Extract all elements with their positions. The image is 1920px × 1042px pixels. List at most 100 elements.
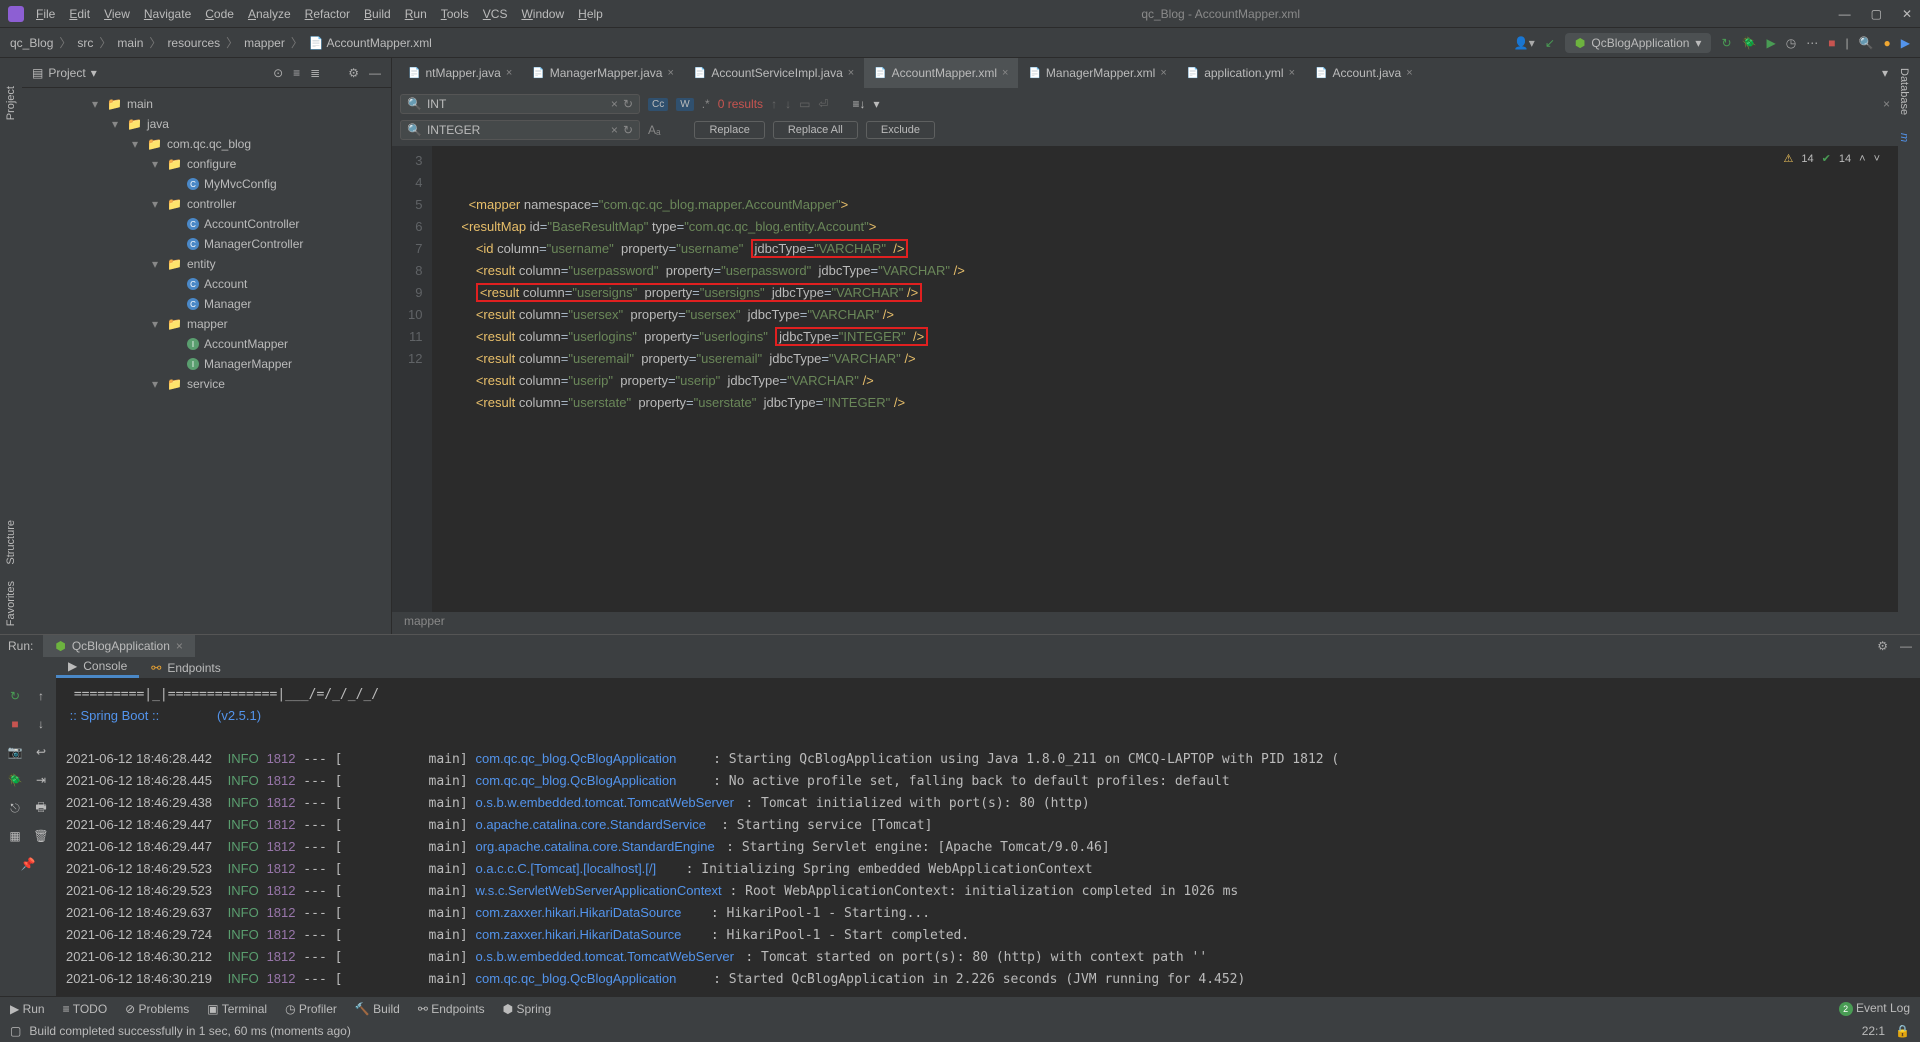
close-icon[interactable]: × bbox=[1289, 67, 1295, 79]
menu-refactor[interactable]: Refactor bbox=[305, 7, 350, 21]
funnel-icon[interactable]: ▾ bbox=[873, 97, 879, 111]
editor-tab[interactable]: 📄ManagerMapper.xml× bbox=[1018, 58, 1176, 88]
tree-item-service[interactable]: ▾📁service bbox=[22, 374, 391, 394]
tool-windows-icon[interactable]: ▢ bbox=[10, 1024, 21, 1038]
close-icon[interactable]: × bbox=[1406, 67, 1412, 79]
layout-icon[interactable]: 🪲 bbox=[3, 768, 27, 792]
close-icon[interactable]: × bbox=[176, 639, 183, 653]
project-tree[interactable]: ▾📁main▾📁java▾📁com.qc.qc_blog▾📁configureC… bbox=[22, 88, 391, 400]
editor-tab[interactable]: 📄ntMapper.java× bbox=[398, 58, 522, 88]
tree-item-entity[interactable]: ▾📁entity bbox=[22, 254, 391, 274]
gear-icon[interactable]: ⚙ bbox=[348, 66, 359, 80]
menu-help[interactable]: Help bbox=[578, 7, 603, 21]
caret-position[interactable]: 22:1 bbox=[1862, 1024, 1885, 1038]
attach-icon[interactable]: ⋯ bbox=[1806, 36, 1818, 50]
replace-all-button[interactable]: Replace All bbox=[773, 121, 858, 139]
camera-icon[interactable]: 📷 bbox=[3, 740, 27, 764]
pin-icon[interactable]: 📌 bbox=[16, 852, 40, 876]
menu-vcs[interactable]: VCS bbox=[483, 7, 508, 21]
tree-item-managercontroller[interactable]: CManagerController bbox=[22, 234, 391, 254]
tree-item-main[interactable]: ▾📁main bbox=[22, 94, 391, 114]
filter-icon[interactable]: ≡↓ bbox=[852, 97, 865, 111]
breadcrumb-segment[interactable]: main bbox=[117, 36, 143, 50]
preserve-case-icon[interactable]: Aₐ bbox=[648, 123, 660, 137]
menu-code[interactable]: Code bbox=[205, 7, 234, 21]
breadcrumb-segment[interactable]: qc_Blog bbox=[10, 36, 53, 50]
words-icon[interactable]: W bbox=[676, 98, 693, 111]
database-stripe-button[interactable]: Database bbox=[1898, 58, 1910, 123]
todo-status-button[interactable]: ≡ TODO bbox=[63, 1002, 108, 1016]
menu-build[interactable]: Build bbox=[364, 7, 391, 21]
menu-navigate[interactable]: Navigate bbox=[144, 7, 191, 21]
menu-window[interactable]: Window bbox=[521, 7, 564, 21]
close-icon[interactable]: × bbox=[506, 67, 512, 79]
select-opened-icon[interactable]: ⊙ bbox=[273, 66, 283, 80]
lock-icon[interactable]: 🔒 bbox=[1895, 1024, 1910, 1038]
tree-item-managermapper[interactable]: IManagerMapper bbox=[22, 354, 391, 374]
soft-wrap-icon[interactable]: ↩ bbox=[29, 740, 53, 764]
project-stripe-button[interactable]: Project bbox=[5, 78, 17, 128]
code-editor[interactable]: 3456789101112 ⚠14 ✔14 ˄˅ <mapper namespa… bbox=[392, 146, 1898, 612]
tree-item-accountcontroller[interactable]: CAccountController bbox=[22, 214, 391, 234]
tree-item-java[interactable]: ▾📁java bbox=[22, 114, 391, 134]
clear-icon[interactable]: × bbox=[611, 123, 618, 137]
run-status-button[interactable]: ▶ Run bbox=[10, 1002, 45, 1016]
breadcrumb-segment[interactable]: mapper bbox=[244, 36, 285, 50]
close-search-icon[interactable]: × bbox=[1883, 97, 1890, 111]
breadcrumb[interactable]: qc_Blog〉src〉main〉resources〉mapper〉📄 Acco… bbox=[10, 34, 432, 51]
match-case-icon[interactable]: Cc bbox=[648, 98, 668, 111]
collapse-all-icon[interactable]: ≣ bbox=[310, 66, 320, 80]
profiler-icon[interactable]: ◷ bbox=[1786, 36, 1796, 50]
favorites-stripe-button[interactable]: Favorites bbox=[5, 573, 17, 634]
run-tab[interactable]: ⬢ QcBlogApplication × bbox=[43, 635, 195, 657]
find-input[interactable]: 🔍 INT × ↻ bbox=[400, 94, 640, 114]
minimize-icon[interactable]: — bbox=[1839, 7, 1851, 21]
breadcrumb-segment[interactable]: src bbox=[77, 36, 93, 50]
history-icon[interactable]: ↻ bbox=[623, 123, 633, 137]
gear-icon[interactable]: ⚙ bbox=[1877, 639, 1888, 653]
close-icon[interactable]: × bbox=[667, 67, 673, 79]
console-tab[interactable]: ▶ Console bbox=[56, 657, 139, 678]
menu-view[interactable]: View bbox=[104, 7, 130, 21]
up-icon[interactable]: ↑ bbox=[29, 684, 53, 708]
menu-file[interactable]: File bbox=[36, 7, 55, 21]
endpoints-status-button[interactable]: ⚯ Endpoints bbox=[418, 1002, 485, 1016]
stop-icon[interactable]: ■ bbox=[3, 712, 27, 736]
tree-item-accountmapper[interactable]: IAccountMapper bbox=[22, 334, 391, 354]
tree-item-configure[interactable]: ▾📁configure bbox=[22, 154, 391, 174]
print-icon[interactable]: 🖶 bbox=[29, 796, 53, 820]
tree-item-account[interactable]: CAccount bbox=[22, 274, 391, 294]
editor-tabs[interactable]: 📄ntMapper.java×📄ManagerMapper.java× 📄Acco… bbox=[392, 58, 1898, 88]
expand-all-icon[interactable]: ≡ bbox=[293, 66, 300, 80]
menu-analyze[interactable]: Analyze bbox=[248, 7, 291, 21]
editor-tab[interactable]: 📄Account.java× bbox=[1305, 58, 1423, 88]
editor-tab[interactable]: 📄AccountMapper.xml× bbox=[864, 58, 1018, 88]
exclude-button[interactable]: Exclude bbox=[866, 121, 935, 139]
tree-item-mapper[interactable]: ▾📁mapper bbox=[22, 314, 391, 334]
stop-icon[interactable]: ■ bbox=[1828, 36, 1835, 50]
select-all-icon[interactable]: ▭ bbox=[799, 97, 810, 111]
run-config-selector[interactable]: ⬢ QcBlogApplication ▾ bbox=[1565, 33, 1712, 53]
history-icon[interactable]: ↻ bbox=[623, 97, 633, 111]
terminal-status-button[interactable]: ▣ Terminal bbox=[207, 1002, 267, 1016]
new-line-icon[interactable]: ⏎ bbox=[818, 97, 828, 111]
build-icon[interactable]: ↙ bbox=[1545, 36, 1555, 50]
editor-breadcrumb[interactable]: mapper bbox=[392, 612, 1898, 634]
rerun-icon[interactable]: ↻ bbox=[3, 684, 27, 708]
editor-tab[interactable]: 📄ManagerMapper.java× bbox=[522, 58, 684, 88]
regex-icon[interactable]: .* bbox=[702, 97, 710, 111]
hide-icon[interactable]: — bbox=[1900, 639, 1912, 653]
console-output[interactable]: =========|_|==============|___/=/_/_/_/ … bbox=[56, 678, 1920, 996]
next-occurrence-icon[interactable]: ↓ bbox=[785, 97, 791, 111]
tree-item-mymvcconfig[interactable]: CMyMvcConfig bbox=[22, 174, 391, 194]
inspections-widget[interactable]: ⚠14 ✔14 ˄˅ bbox=[1784, 148, 1880, 170]
problems-status-button[interactable]: ⊘ Problems bbox=[125, 1002, 189, 1016]
spring-status-button[interactable]: ⬢ Spring bbox=[503, 1002, 552, 1016]
debug-icon[interactable]: 🪲 bbox=[1742, 36, 1757, 50]
hide-icon[interactable]: — bbox=[369, 66, 381, 80]
tabs-dropdown-icon[interactable]: ▾ bbox=[1872, 66, 1898, 80]
down-icon[interactable]: ↓ bbox=[29, 712, 53, 736]
replace-input[interactable]: 🔍 INTEGER × ↻ bbox=[400, 120, 640, 140]
event-log-button[interactable]: 2 Event Log bbox=[1839, 1001, 1910, 1016]
close-icon[interactable]: × bbox=[1160, 67, 1166, 79]
